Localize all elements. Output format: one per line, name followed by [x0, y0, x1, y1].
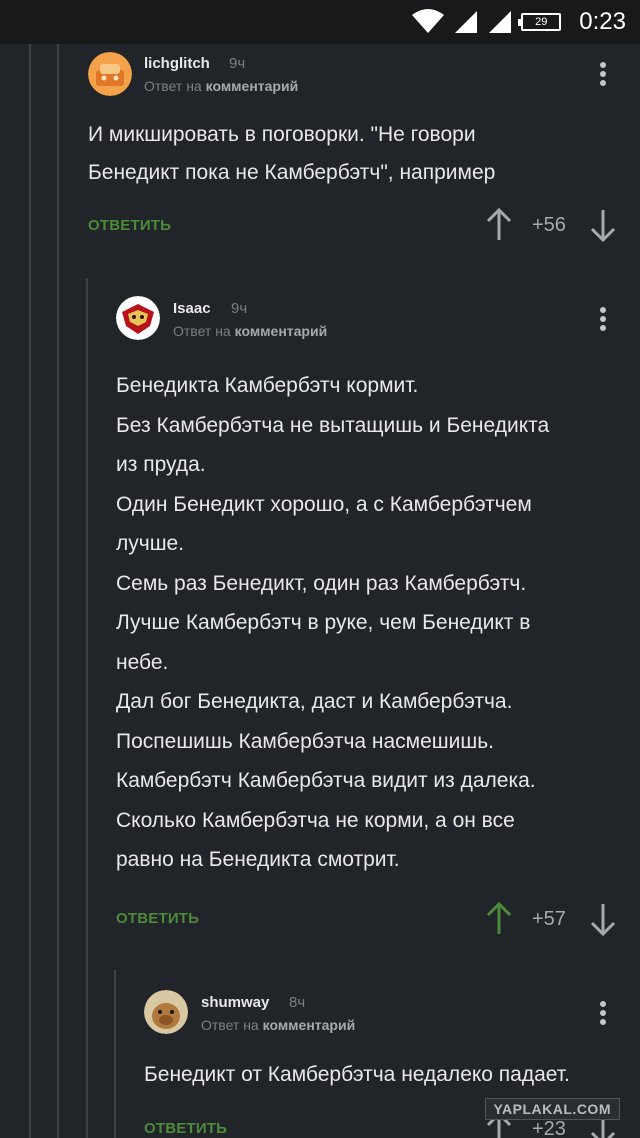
reply-to-link[interactable]: Ответ на комментарий	[144, 78, 298, 94]
comment-body: Бенедикта Камбербэтч кормит. Без Камберб…	[116, 366, 549, 880]
upvote-arrow-icon[interactable]	[486, 902, 512, 936]
username[interactable]: Isaac	[173, 300, 211, 317]
text-line: Лучше Камбербэтч в руке, чем Бенедикт в	[116, 611, 531, 634]
text-line: Дал бог Бенедикта, даст и Камбербэтча.	[116, 690, 513, 713]
reply-to-prefix: Ответ на	[173, 323, 231, 339]
text-line: Бенедикта Камбербэтч кормит.	[116, 374, 419, 397]
reply-to-link[interactable]: Ответ на комментарий	[201, 1017, 355, 1033]
text-line: Бенедикт пока не Камбербэтч", например	[88, 161, 496, 184]
text-line: Один Бенедикт хорошо, а с Камбербэтчем	[116, 492, 532, 516]
more-options-icon[interactable]	[591, 56, 615, 92]
reply-to-prefix: Ответ на	[144, 78, 202, 94]
reply-button[interactable]: ОТВЕТИТЬ	[88, 217, 171, 234]
downvote-arrow-icon[interactable]	[590, 902, 616, 936]
text-line: небе.	[116, 650, 169, 674]
reply-to-prefix: Ответ на	[201, 1017, 259, 1033]
downvote-arrow-icon[interactable]	[590, 208, 616, 242]
score: +57	[532, 908, 566, 930]
avatar[interactable]	[88, 52, 132, 96]
watermark: YAPLAKAL.COM	[484, 1098, 620, 1120]
battery-level: 29	[535, 16, 548, 28]
more-options-icon[interactable]	[591, 301, 615, 337]
text-line: лучше.	[116, 532, 185, 555]
wifi-icon	[412, 9, 445, 33]
avatar[interactable]	[144, 990, 188, 1034]
text-line: из пруда.	[116, 453, 206, 476]
text-line: И микшировать в поговорки. "Не говори	[88, 123, 476, 146]
signal-icon-2	[489, 11, 512, 33]
text-line: Сколько Камбербэтча не корми, а он все	[116, 808, 515, 832]
comment-time: 9ч	[229, 55, 246, 72]
more-options-icon[interactable]	[591, 995, 615, 1031]
text-line: Поспешишь Камбербэтча насмешишь.	[116, 729, 494, 753]
reply-to-target[interactable]: комментарий	[263, 1017, 356, 1033]
score: +23	[532, 1118, 566, 1138]
comment-body: Бенедикт от Камбербэтча недалеко падает.	[144, 1056, 570, 1094]
battery-icon: 29	[518, 13, 562, 31]
clock: 0:23	[579, 8, 626, 35]
username[interactable]: lichglitch	[144, 55, 210, 72]
thread-line-3	[86, 278, 88, 1138]
upvote-arrow-icon[interactable]	[486, 208, 512, 242]
score: +56	[532, 214, 566, 236]
reply-button[interactable]: ОТВЕТИТЬ	[144, 1120, 227, 1137]
reply-button[interactable]: ОТВЕТИТЬ	[116, 910, 199, 927]
text-line: Без Камбербэтча не вытащишь и Бенедикта	[116, 413, 550, 437]
signal-icon	[455, 11, 478, 33]
thread-line-1	[29, 44, 31, 1138]
comment-time: 9ч	[231, 300, 248, 317]
reply-to-link[interactable]: Ответ на комментарий	[173, 323, 327, 339]
username[interactable]: shumway	[201, 994, 269, 1011]
reply-to-target[interactable]: комментарий	[206, 78, 299, 94]
reply-to-target[interactable]: комментарий	[235, 323, 328, 339]
status-bar: 29 0:23	[0, 0, 640, 44]
comment-time: 8ч	[289, 994, 306, 1011]
text-line: Семь раз Бенедикт, один раз Камбербэтч.	[116, 571, 527, 595]
avatar[interactable]	[116, 296, 160, 340]
text-line: Камбербэтч Камбербэтча видит из далека.	[116, 769, 536, 792]
text-line: Бенедикт от Камбербэтча недалеко падает.	[144, 1063, 570, 1086]
text-line: равно на Бенедикта смотрит.	[116, 848, 400, 871]
comment-body: И микшировать в поговорки. "Не говори Бе…	[88, 116, 495, 192]
thread-line-2	[57, 44, 59, 1138]
thread-line-4	[114, 970, 116, 1138]
